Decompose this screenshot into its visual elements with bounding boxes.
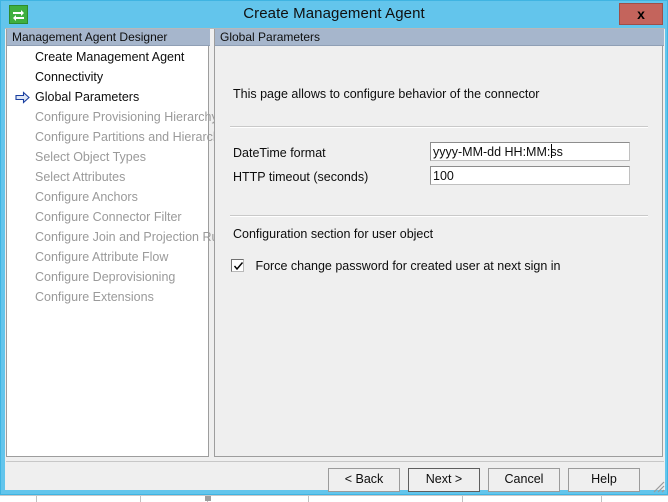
sidebar-item-select-attributes: Select Attributes [7,167,208,187]
background-marker [205,496,211,501]
sidebar-item-label: Configure Connector Filter [35,210,182,224]
close-button[interactable]: x [619,3,663,25]
cancel-button[interactable]: Cancel [488,468,560,492]
sidebar-item-configure-attribute-flow: Configure Attribute Flow [7,247,208,267]
force-change-password-label: Force change password for created user a… [255,259,560,273]
sidebar-item-label: Configure Extensions [35,290,154,304]
checkbox-box[interactable] [231,259,244,272]
sidebar-item-configure-provisioning-hierarchy: Configure Provisioning Hierarchy [7,107,208,127]
sidebar-item-label: Select Object Types [35,150,146,164]
dialog-button-bar: < Back Next > Cancel Help [6,461,664,490]
http-timeout-input[interactable] [430,166,630,185]
checkmark-icon [233,261,244,272]
text-caret [551,144,552,158]
datetime-format-label: DateTime format [233,144,326,162]
intro-text: This page allows to configure behavior o… [233,87,539,101]
sidebar-item-label: Global Parameters [35,90,139,104]
sidebar-item-global-parameters[interactable]: Global Parameters [7,87,208,107]
global-parameters-panel: Global Parameters This page allows to co… [214,29,663,457]
button-bar-divider [6,461,664,462]
current-step-arrow-icon [15,90,30,104]
sidebar-item-label: Configure Anchors [35,190,138,204]
section-divider-1 [230,126,648,128]
sidebar-header: Management Agent Designer [7,29,210,46]
sidebar-item-label: Create Management Agent [35,50,184,64]
force-change-password-checkbox-row[interactable]: Force change password for created user a… [231,257,560,273]
background-tick [140,496,141,502]
background-tick [36,496,37,502]
sidebar-item-configure-anchors: Configure Anchors [7,187,208,207]
datetime-format-input[interactable] [430,142,630,161]
sidebar-item-label: Configure Attribute Flow [35,250,168,264]
background-tick [308,496,309,502]
sidebar-item-select-object-types: Select Object Types [7,147,208,167]
dialog-client-area: Management Agent Designer Create Managem… [5,28,665,490]
window-title: Create Management Agent [1,3,667,25]
sidebar-item-create-management-agent[interactable]: Create Management Agent [7,47,208,67]
sidebar-item-label: Configure Deprovisioning [35,270,175,284]
content-panel-body: This page allows to configure behavior o… [216,47,661,455]
sidebar-item-label: Connectivity [35,70,103,84]
resize-grip[interactable] [651,479,665,493]
help-button[interactable]: Help [568,468,640,492]
sidebar-item-configure-join-and-projection-rules: Configure Join and Projection Rules [7,227,208,247]
sidebar-item-configure-partitions-and-hierarchies: Configure Partitions and Hierarchies [7,127,208,147]
sidebar-item-connectivity[interactable]: Connectivity [7,67,208,87]
content-panel-header: Global Parameters [215,29,664,46]
next-button[interactable]: Next > [408,468,480,492]
sidebar-item-label: Configure Partitions and Hierarchies [35,130,236,144]
sidebar-item-label: Configure Join and Projection Rules [35,230,234,244]
section-divider-2 [230,215,648,217]
http-timeout-label: HTTP timeout (seconds) [233,168,368,186]
sidebar-item-configure-deprovisioning: Configure Deprovisioning [7,267,208,287]
sidebar-item-configure-connector-filter: Configure Connector Filter [7,207,208,227]
background-tick [601,496,602,502]
sidebar-item-label: Configure Provisioning Hierarchy [35,110,218,124]
back-button[interactable]: < Back [328,468,400,492]
sidebar-item-configure-extensions: Configure Extensions [7,287,208,307]
sidebar-item-label: Select Attributes [35,170,125,184]
background-line [0,495,668,496]
title-bar[interactable]: Create Management Agent x [1,1,667,28]
create-management-agent-dialog: Create Management Agent x Management Age… [0,0,668,495]
background-tick [462,496,463,502]
user-object-section-title: Configuration section for user object [233,227,433,241]
management-agent-designer-sidebar: Management Agent Designer Create Managem… [6,29,209,457]
sidebar-nav-list: Create Management Agent Connectivity Globa… [7,47,208,455]
